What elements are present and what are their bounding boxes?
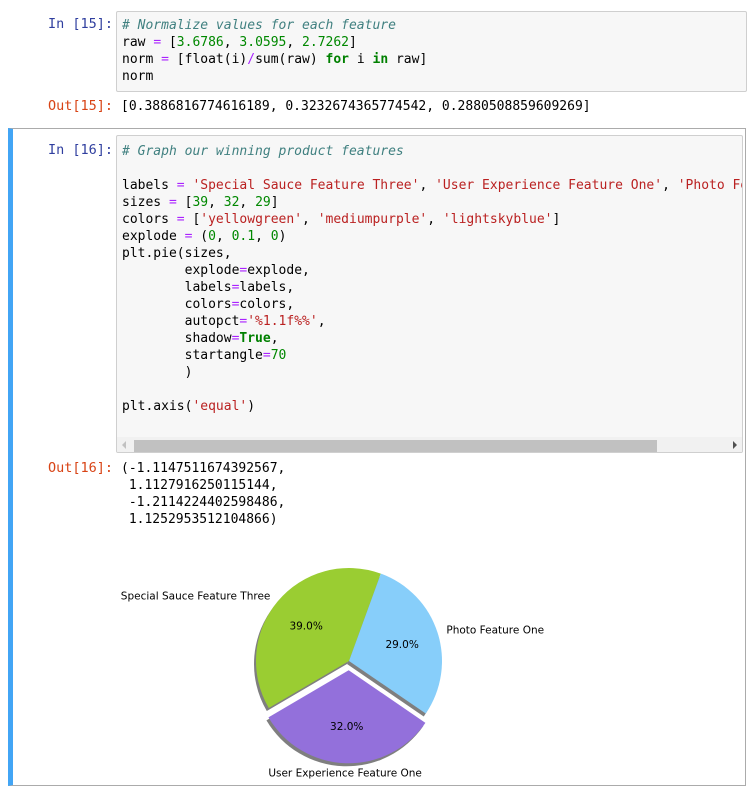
pie-percent-label: 32.0% [330,721,363,733]
notebook-cell-16[interactable]: In [16]: # Graph our winning product fea… [8,128,746,786]
pie-category-label: Special Sauce Feature Three [121,591,271,603]
pie-percent-label: 39.0% [289,620,322,632]
pie-percent-label: 29.0% [385,639,418,651]
pie-chart: Special Sauce Feature Three 39.0% User Exp… [121,568,544,780]
pie-category-label: Photo Feature One [446,625,544,637]
pie-category-label: User Experience Feature One [268,768,422,780]
